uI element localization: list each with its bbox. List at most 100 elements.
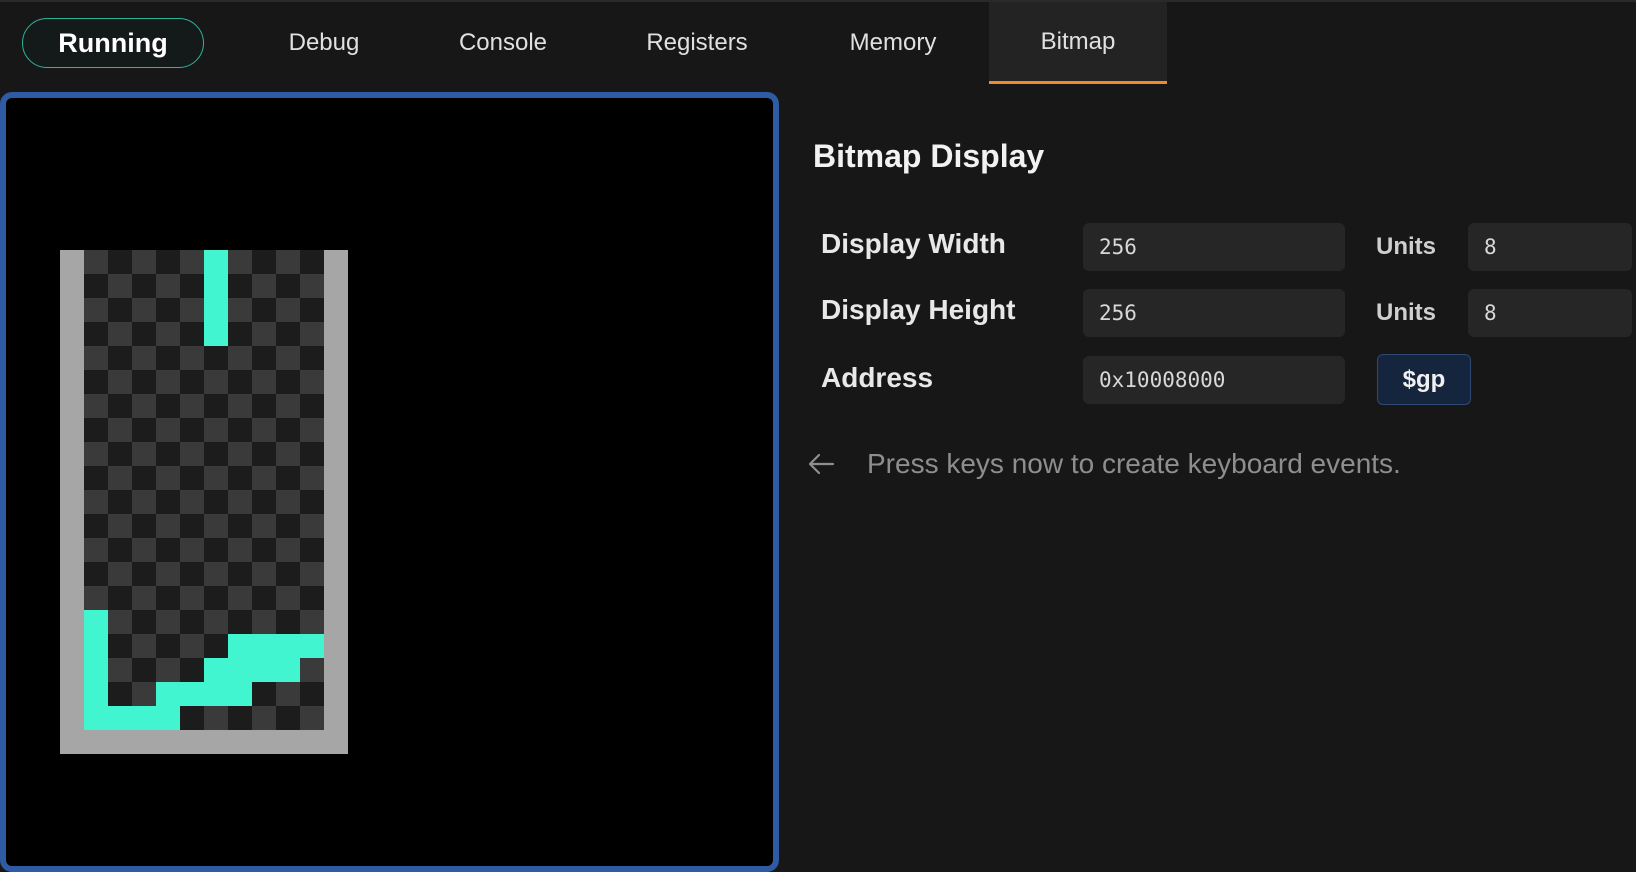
empty-cell (84, 538, 108, 562)
panel-title: Bitmap Display (813, 138, 1045, 174)
bitmap-display-canvas[interactable] (0, 92, 779, 872)
empty-cell (108, 274, 132, 298)
empty-cell (228, 706, 252, 730)
empty-cell (204, 418, 228, 442)
tab-label: Debug (288, 29, 360, 56)
empty-cell (228, 370, 252, 394)
empty-cell (108, 418, 132, 442)
block-cell (156, 682, 180, 706)
block-cell (132, 706, 156, 730)
gp-button[interactable]: $gp (1377, 354, 1471, 405)
empty-cell (156, 538, 180, 562)
empty-cell (180, 562, 204, 586)
tab-console[interactable]: Console (448, 2, 558, 84)
empty-cell (108, 466, 132, 490)
empty-cell (156, 610, 180, 634)
empty-cell (228, 322, 252, 346)
empty-cell (204, 370, 228, 394)
empty-cell (108, 562, 132, 586)
block-cell (180, 682, 204, 706)
block-cell (204, 274, 228, 298)
empty-cell (252, 298, 276, 322)
empty-cell (84, 466, 108, 490)
gp-button-label: $gp (1402, 365, 1446, 393)
empty-cell (276, 706, 300, 730)
width-units-input[interactable] (1468, 223, 1632, 271)
block-cell (252, 658, 276, 682)
empty-cell (276, 298, 300, 322)
address-label: Address (821, 362, 934, 393)
empty-cell (252, 538, 276, 562)
empty-cell (276, 274, 300, 298)
empty-cell (228, 298, 252, 322)
empty-cell (228, 274, 252, 298)
block-cell (204, 298, 228, 322)
display-height-input[interactable] (1083, 289, 1345, 337)
block-cell (204, 658, 228, 682)
empty-cell (204, 490, 228, 514)
empty-cell (156, 658, 180, 682)
empty-cell (300, 466, 324, 490)
empty-cell (300, 490, 324, 514)
empty-cell (180, 370, 204, 394)
empty-cell (300, 658, 324, 682)
display-width-input[interactable] (1083, 223, 1345, 271)
empty-cell (108, 394, 132, 418)
empty-cell (132, 466, 156, 490)
tab-debug[interactable]: Debug (270, 2, 378, 84)
empty-cell (84, 370, 108, 394)
empty-cell (180, 538, 204, 562)
empty-cell (276, 490, 300, 514)
height-units-input[interactable] (1468, 289, 1632, 337)
empty-cell (108, 346, 132, 370)
tab-label: Memory (849, 29, 937, 56)
empty-cell (180, 442, 204, 466)
empty-cell (156, 346, 180, 370)
empty-cell (276, 418, 300, 442)
empty-cell (132, 682, 156, 706)
empty-cell (132, 538, 156, 562)
empty-cell (252, 346, 276, 370)
empty-cell (132, 418, 156, 442)
empty-cell (156, 586, 180, 610)
empty-cell (132, 490, 156, 514)
empty-cell (132, 658, 156, 682)
empty-cell (252, 274, 276, 298)
empty-cell (276, 682, 300, 706)
tab-memory[interactable]: Memory (834, 2, 952, 84)
well-wall-right (324, 250, 348, 754)
empty-cell (300, 274, 324, 298)
empty-cell (156, 562, 180, 586)
empty-cell (252, 514, 276, 538)
address-input[interactable] (1083, 356, 1345, 404)
empty-cell (108, 634, 132, 658)
width-units-label: Units (1376, 233, 1436, 260)
empty-cell (228, 610, 252, 634)
empty-cell (132, 346, 156, 370)
empty-cell (84, 418, 108, 442)
empty-cell (228, 562, 252, 586)
tab-registers[interactable]: Registers (636, 2, 758, 84)
empty-cell (156, 442, 180, 466)
empty-cell (276, 346, 300, 370)
empty-cell (204, 538, 228, 562)
height-units-label: Units (1376, 299, 1436, 326)
empty-cell (204, 634, 228, 658)
empty-cell (84, 274, 108, 298)
keyboard-hint-text: Press keys now to create keyboard events… (867, 448, 1401, 479)
empty-cell (252, 322, 276, 346)
empty-cell (180, 658, 204, 682)
empty-cell (204, 394, 228, 418)
empty-cell (204, 466, 228, 490)
empty-cell (252, 250, 276, 274)
empty-cell (84, 298, 108, 322)
block-cell (204, 682, 228, 706)
empty-cell (156, 322, 180, 346)
empty-cell (276, 250, 300, 274)
empty-cell (180, 418, 204, 442)
empty-cell (180, 634, 204, 658)
tab-bitmap[interactable]: Bitmap (989, 2, 1167, 84)
empty-cell (180, 250, 204, 274)
empty-cell (300, 418, 324, 442)
block-cell (84, 682, 108, 706)
